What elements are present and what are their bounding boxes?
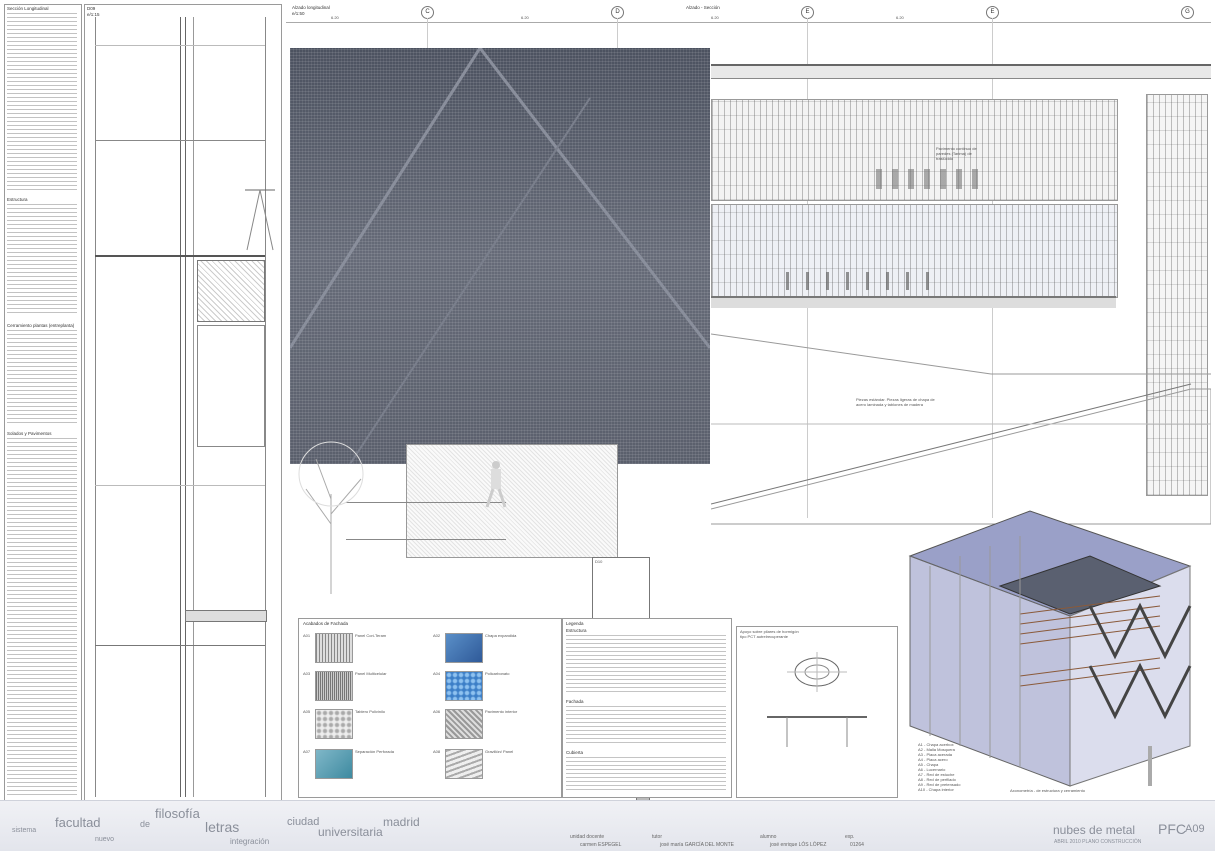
footer-word-letras: letras [205,819,240,835]
section-detail-panel: D09 e/1:15 [84,4,282,802]
component-legend: A1 - Chapa acerbox A2 - Malla Mosquera A… [918,742,961,792]
legend-title: Legenda [566,621,584,626]
swatch-a01 [315,633,353,663]
footer-band: facultad de filosofía letras integración… [0,800,1215,851]
legend-block: Legenda Estructura Fachada Cubierta [562,618,732,798]
column-detail-box: D10 [592,557,650,619]
elevation-subtitle: Alzado - Sección [686,5,720,10]
credit-value-tutor: josé maría GARCÍA DEL MONTE [660,842,734,848]
swatch-a05 [315,709,353,739]
grid-dim-2: 6.20 [521,15,529,20]
grid-dim-1: 6.20 [331,15,339,20]
footer-word-de: de [140,819,151,829]
footer-word-nuevo: nuevo [95,836,115,843]
credit-value-exp: 01264 [850,842,864,848]
tree-left [298,441,364,594]
swatch-a02 [445,633,483,663]
finishes-table: Acabados de Fachada A01 Panel Cori-Teram… [298,618,562,798]
section-detail-label: D09 [87,6,96,11]
credit-label-tutor: tutor [652,834,663,840]
column-detail-title: Apoyo sobre pilares de hormigón tipo PCT… [740,629,799,639]
lamp-detail [245,185,275,255]
credit-value-unit: carmen ESPEGEL [580,842,622,848]
swatch-a06 [445,709,483,739]
footer-word-universitaria: universitaria [318,825,383,839]
elevation-scale: e/1:50 [292,11,305,16]
grid-axis-g: G [1181,6,1194,19]
person-silhouette [485,461,507,508]
notes-block-2 [7,204,77,314]
section-title-2: Estructura [7,197,28,202]
footer-word-ciudad: ciudad [287,816,320,828]
notes-block-3 [7,330,77,425]
swatch-a08 [445,749,483,779]
section-title-4: Solados y Pavimentos [7,431,52,436]
column-plan-drawing [767,652,867,747]
grid-dim-3: 6.20 [711,15,719,20]
sheet-number: A09 [1185,823,1205,835]
section-title-3: Cerramiento plantas (entreplanta) [7,323,75,328]
swatch-a07 [315,749,353,779]
axonometric-caption: Axonometría - de estructura y cerramient… [1010,788,1085,793]
finishes-title: Acabados de Fachada [303,621,349,626]
roof-slab [711,64,1211,79]
credit-label-unit: unidad docente [570,834,605,840]
footer-word-sistema: sistema [12,827,37,834]
project-subtitle: ABRIL 2010 PLANO CONSTRUCCIÓN [1054,839,1142,845]
credit-label-exp: exp. [845,834,855,840]
grid-dim-4: 6.20 [896,15,904,20]
swatch-a04 [445,671,483,701]
section-title-1: Sección Longitudinal [7,6,49,11]
mesh-diagonal-bracing [290,48,710,464]
swatch-a03 [315,671,353,701]
elevation-title: Alzado longitudinal [292,5,330,10]
footer-word-facultad: facultad [55,815,101,830]
pfc-mark: PFC [1158,821,1186,837]
credit-label-student: alumno [760,834,777,840]
legend-group-1: Estructura [566,628,587,633]
column-base-detail: Apoyo sobre pilares de hormigón tipo PCT… [736,626,898,798]
pavement-label: Pavimento continuo de paredes (Tarima) d… [936,146,977,161]
footer-word-madrid: madrid [383,815,420,829]
notes-block-4 [7,438,77,798]
footer-word-integracion: integración [230,837,270,846]
credit-value-student: josé enrique LÓS LÓPEZ [770,842,827,848]
notes-block-1 [7,13,77,193]
counter-stools [786,272,946,290]
legend-group-2: Fachada [566,699,584,704]
cafe-chairs [876,169,986,189]
project-title: nubes de metal [1053,823,1136,837]
footer-word-filosofia: filosofía [155,806,200,821]
section-detail-scale: e/1:15 [87,12,100,17]
left-notes-panel: Sección Longitudinal Estructura Cerramie… [4,4,82,802]
legend-group-3: Cubierta [566,750,584,755]
ground-mass [406,444,618,558]
